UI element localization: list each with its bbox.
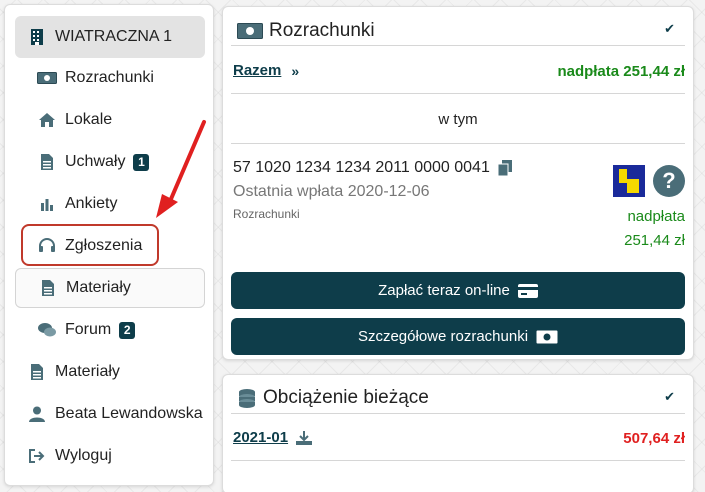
sidebar-item-materialy[interactable]: Materiały bbox=[15, 268, 205, 308]
divider bbox=[231, 460, 685, 461]
double-chevron-right-icon[interactable]: » bbox=[291, 63, 299, 79]
home-icon bbox=[37, 111, 57, 129]
button-label: Szczegółowe rozrachunki bbox=[357, 328, 529, 345]
details-button[interactable]: Szczegółowe rozrachunki bbox=[231, 318, 685, 355]
period-row: 2021-01 bbox=[233, 429, 313, 446]
divider bbox=[231, 143, 685, 144]
pay-online-button[interactable]: Zapłać teraz on-line bbox=[231, 272, 685, 309]
document-icon bbox=[38, 279, 58, 297]
sidebar-header-building[interactable]: WIATRACZNA 1 bbox=[15, 16, 205, 58]
card-title: Obciążenie bieżące bbox=[263, 387, 429, 408]
sidebar-item-materialy-top[interactable]: Materiały bbox=[15, 352, 205, 392]
obciazenie-card: Obciążenie bieżące ✔ 2021-01 507,64 zł bbox=[222, 374, 694, 492]
highlight-annotation bbox=[21, 224, 159, 266]
sidebar-item-forum[interactable]: Forum 2 bbox=[15, 310, 205, 350]
document-icon bbox=[37, 153, 57, 171]
button-label: Zapłać teraz on-line bbox=[378, 282, 510, 299]
sidebar-item-rozrachunki[interactable]: Rozrachunki bbox=[15, 58, 205, 98]
count-badge: 1 bbox=[133, 153, 150, 171]
card-header: Obciążenie bieżące bbox=[237, 387, 429, 409]
account-type: Rozrachunki bbox=[233, 207, 300, 221]
account-number: 57 1020 1234 1234 2011 0000 0041 bbox=[233, 159, 490, 176]
card-header: Rozrachunki bbox=[237, 20, 375, 42]
sidebar-item-label: Wyloguj bbox=[55, 447, 112, 464]
divider bbox=[231, 413, 685, 414]
collapse-chevron-icon[interactable]: ✔ bbox=[664, 389, 675, 405]
razem-value: nadpłata 251,44 zł bbox=[557, 63, 685, 80]
payment-logo-icon bbox=[613, 165, 645, 197]
sidebar-item-user[interactable]: Beata Lewandowska bbox=[15, 394, 205, 434]
sidebar-header-label: WIATRACZNA 1 bbox=[55, 28, 173, 45]
sidebar-item-label: Materiały bbox=[66, 279, 131, 296]
building-icon bbox=[27, 28, 47, 46]
w-tym-label: w tym bbox=[438, 111, 478, 128]
money-icon bbox=[37, 69, 57, 87]
amount-value: 507,64 zł bbox=[623, 430, 685, 447]
count-badge: 2 bbox=[119, 321, 136, 339]
annotation-arrow-icon bbox=[156, 120, 206, 218]
status-line1: nadpłata bbox=[627, 208, 685, 225]
divider bbox=[231, 45, 685, 46]
last-payment: Ostatnia wpłata 2020-12-06 bbox=[233, 183, 430, 200]
rozrachunki-card: Rozrachunki ✔ Razem » nadpłata 251,44 zł… bbox=[222, 6, 694, 360]
period-link[interactable]: 2021-01 bbox=[233, 429, 288, 446]
bar-chart-icon bbox=[37, 195, 57, 213]
chat-icon bbox=[37, 321, 57, 339]
coins-icon bbox=[237, 388, 257, 408]
sidebar-item-label: Lokale bbox=[65, 111, 113, 128]
money-icon bbox=[237, 23, 263, 39]
sidebar-item-wyloguj[interactable]: Wyloguj bbox=[15, 436, 205, 476]
status-line2: 251,44 zł bbox=[624, 232, 685, 249]
credit-card-icon bbox=[517, 283, 538, 298]
document-icon bbox=[27, 363, 47, 381]
card-title: Rozrachunki bbox=[269, 20, 375, 41]
logout-icon bbox=[27, 447, 47, 465]
user-icon bbox=[27, 405, 47, 423]
razem-link[interactable]: Razem bbox=[233, 62, 281, 79]
sidebar-item-label: Ankiety bbox=[65, 195, 118, 212]
sidebar-item-label: Beata Lewandowska bbox=[55, 405, 203, 422]
collapse-chevron-icon[interactable]: ✔ bbox=[664, 21, 675, 37]
copy-icon[interactable] bbox=[497, 160, 512, 176]
account-row: 57 1020 1234 1234 2011 0000 0041 bbox=[233, 159, 512, 177]
sidebar-item-label: Materiały bbox=[55, 363, 120, 380]
money-icon bbox=[536, 330, 558, 344]
sidebar-item-label: Forum bbox=[65, 321, 112, 338]
divider bbox=[231, 93, 685, 94]
sidebar-item-label: Uchwały bbox=[65, 153, 126, 170]
help-icon[interactable]: ? bbox=[653, 165, 685, 197]
razem-row: Razem » bbox=[233, 62, 299, 79]
sidebar-item-label: Rozrachunki bbox=[65, 69, 154, 86]
download-icon[interactable] bbox=[296, 430, 313, 445]
